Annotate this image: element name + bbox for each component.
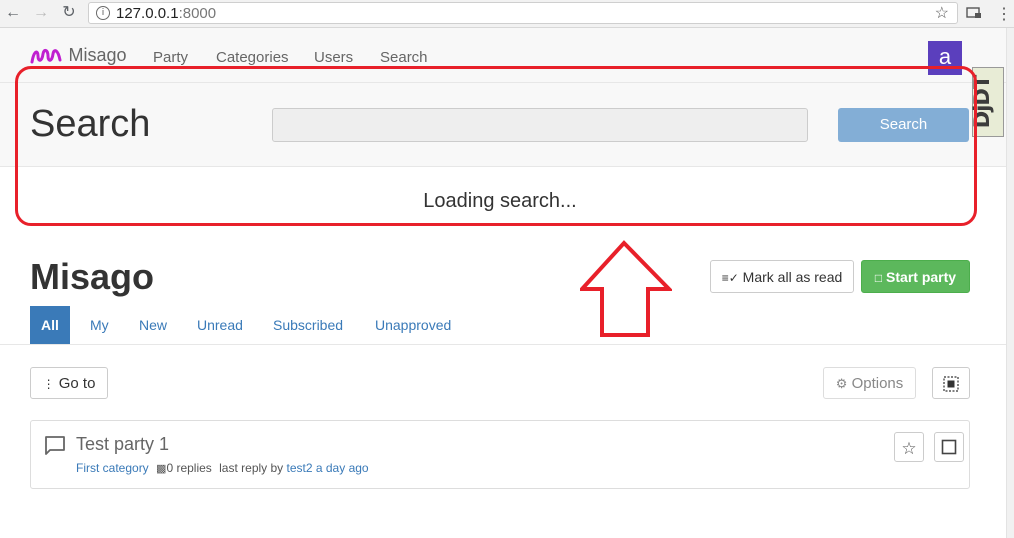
thread-list-item xyxy=(30,420,970,489)
go-to-button[interactable]: ⋮ Go to xyxy=(30,367,108,399)
tab-new[interactable]: New xyxy=(128,306,178,344)
tab-unread[interactable]: Unread xyxy=(186,306,254,344)
last-reply-prefix: last reply by xyxy=(219,461,284,475)
last-reply-user-link[interactable]: test2 xyxy=(287,461,313,475)
url-host: 127.0.0.1 xyxy=(116,5,179,22)
thread-comment-icon xyxy=(45,436,65,455)
tabs-divider xyxy=(0,344,1006,345)
star-icon: ☆ xyxy=(901,439,917,458)
nav-link-categories[interactable]: Categories xyxy=(216,49,289,66)
bookmark-star-icon[interactable]: ☆ xyxy=(935,3,949,23)
address-bar[interactable]: i 127.0.0.1:8000 ☆ xyxy=(88,2,958,24)
info-icon[interactable]: i xyxy=(96,6,110,20)
mark-read-label: Mark all as read xyxy=(742,269,843,285)
subscribe-star-button[interactable]: ☆ xyxy=(894,432,924,462)
annotation-highlight-box xyxy=(15,66,977,226)
brand-name: Misago xyxy=(68,45,127,65)
last-reply-time-link[interactable]: a day ago xyxy=(316,461,369,475)
url-port: :8000 xyxy=(178,5,217,22)
select-all-button[interactable] xyxy=(932,367,970,399)
menu-dots-icon[interactable]: ⋮ xyxy=(996,4,1012,24)
chat-icon: □ xyxy=(874,271,883,285)
options-label: Options xyxy=(851,375,904,392)
checkbox-icon xyxy=(941,439,957,455)
options-button[interactable]: ⚙ Options xyxy=(823,367,916,399)
reload-icon[interactable]: ↻ xyxy=(60,4,78,22)
start-party-button[interactable]: □ Start party xyxy=(861,260,970,293)
tab-unapproved[interactable]: Unapproved xyxy=(364,306,462,344)
thread-meta: First category ▩0 replies last reply by … xyxy=(76,461,369,475)
page-scrollbar[interactable] xyxy=(1006,28,1014,538)
go-to-label: Go to xyxy=(58,375,96,392)
brand-link[interactable]: Misago xyxy=(30,45,126,67)
thread-replies: 0 replies xyxy=(166,461,212,475)
nav-link-users[interactable]: Users xyxy=(314,49,353,66)
back-icon[interactable]: ← xyxy=(4,4,22,22)
vertical-dots-icon: ⋮ xyxy=(42,377,55,391)
tab-subscribed[interactable]: Subscribed xyxy=(262,306,354,344)
thread-title-link[interactable]: Test party 1 xyxy=(76,434,169,455)
gear-icon: ⚙ xyxy=(835,376,848,391)
thread-category-link[interactable]: First category xyxy=(76,461,149,475)
thread-select-checkbox[interactable] xyxy=(934,432,964,462)
nav-link-party[interactable]: Party xyxy=(153,49,188,66)
mark-all-read-button[interactable]: ≡✓ Mark all as read xyxy=(710,260,854,293)
tab-my[interactable]: My xyxy=(79,306,120,344)
forward-icon[interactable]: → xyxy=(32,4,50,22)
misago-logo-icon xyxy=(30,48,62,63)
start-party-label: Start party xyxy=(886,269,957,285)
tab-all[interactable]: All xyxy=(30,306,70,344)
cast-icon[interactable] xyxy=(966,6,982,25)
forum-title: Misago xyxy=(30,256,155,297)
replies-icon: ▩ xyxy=(156,463,167,475)
mark-read-icon: ≡✓ xyxy=(721,271,739,285)
select-all-icon xyxy=(943,376,959,392)
annotation-up-arrow-icon xyxy=(580,240,672,337)
nav-link-search[interactable]: Search xyxy=(380,49,428,66)
